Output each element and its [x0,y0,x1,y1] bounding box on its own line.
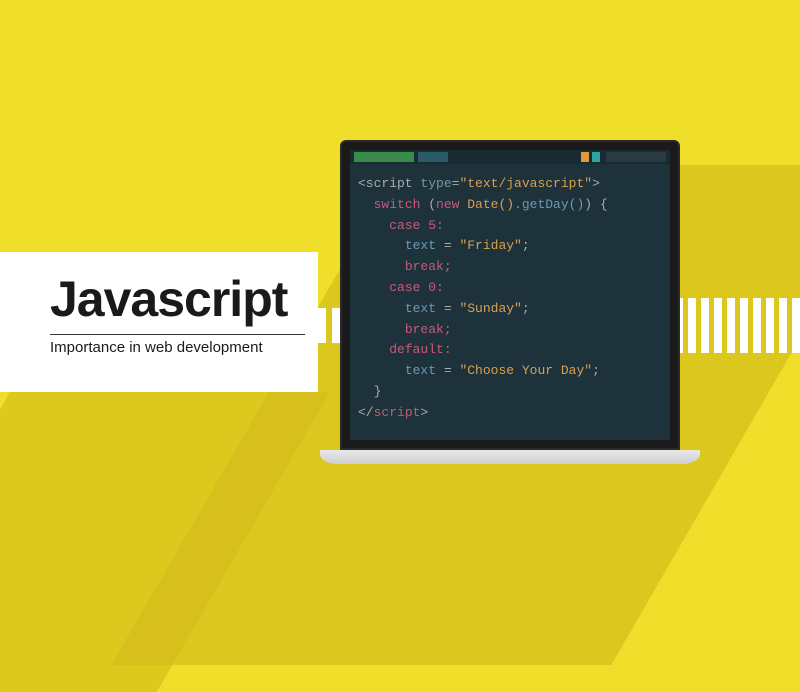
laptop-base [320,450,700,464]
editor-chrome-dot [592,152,600,162]
editor-chrome-dot [581,152,589,162]
code-content: <script type="text/javascript"> switch (… [350,164,670,434]
page-subtitle: Importance in web development [50,339,298,356]
editor-tab [418,152,448,162]
code-editor-screen: <script type="text/javascript"> switch (… [350,150,670,440]
divider [50,334,305,335]
editor-tab-bar [350,150,670,164]
editor-tab-active [354,152,414,162]
laptop-illustration: <script type="text/javascript"> switch (… [340,140,700,464]
laptop-screen-frame: <script type="text/javascript"> switch (… [340,140,680,450]
page-title: Javascript [50,270,298,328]
title-panel: Javascript Importance in web development [0,252,318,392]
editor-chrome-bar [606,152,666,162]
